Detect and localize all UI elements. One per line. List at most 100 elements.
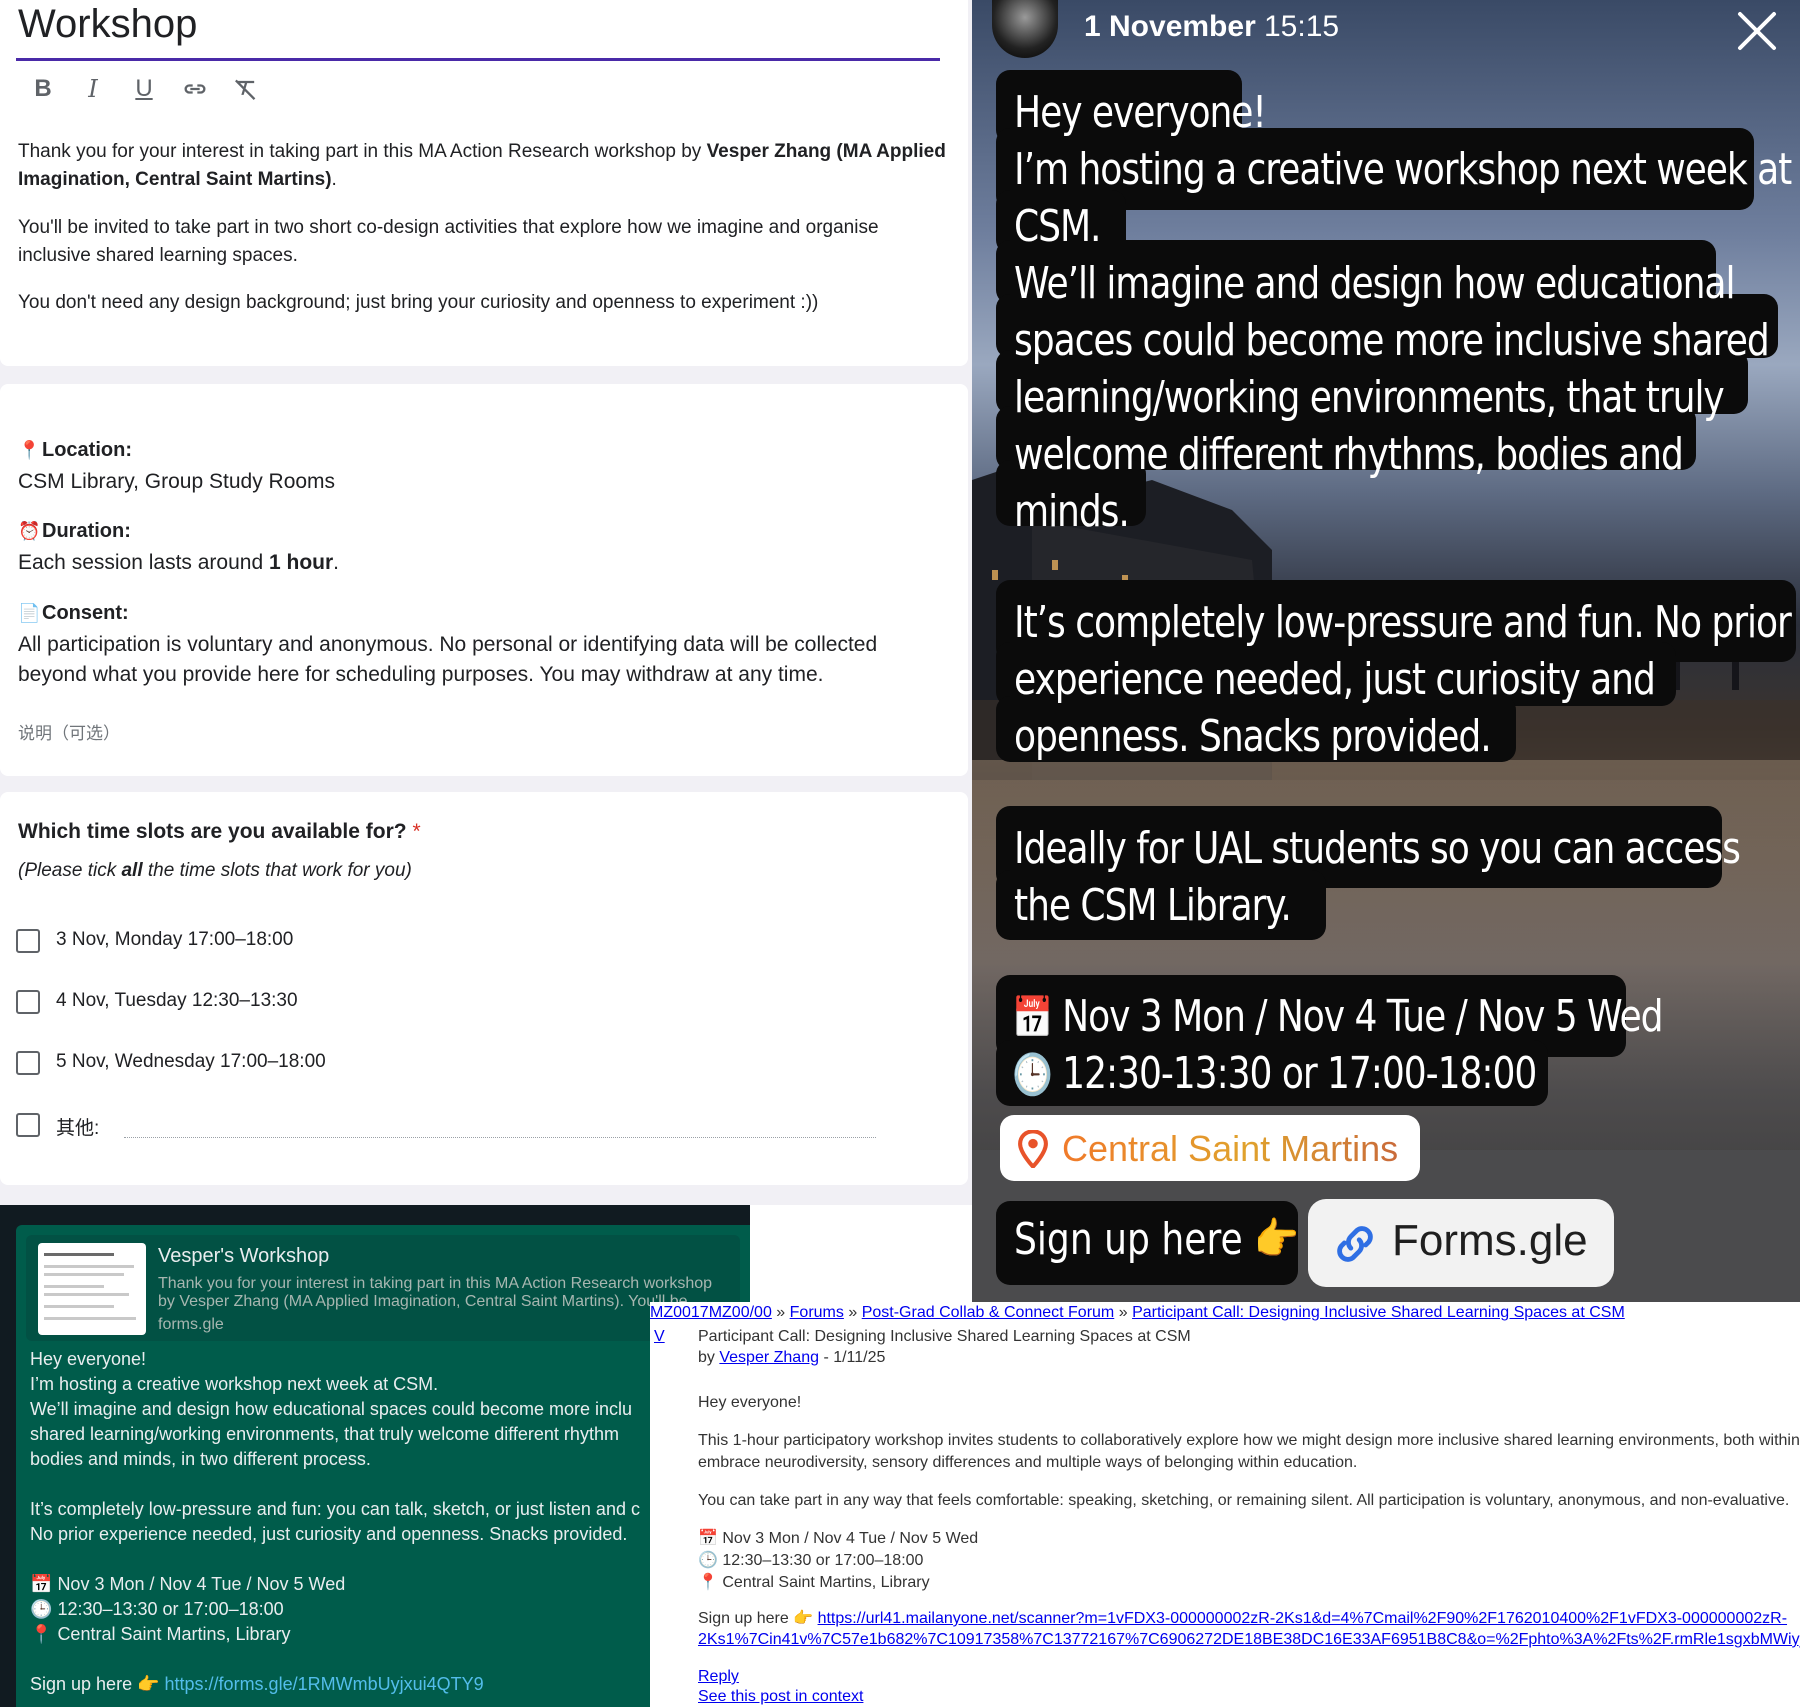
story-line: the CSM Library.	[1014, 880, 1292, 931]
message-line: bodies and minds, in two different proce…	[30, 1449, 371, 1469]
post-byline: by Vesper Zhang - 1/11/25	[698, 1347, 885, 1368]
underline-icon[interactable]: U	[129, 74, 159, 104]
link-icon[interactable]	[180, 74, 210, 104]
duration-value: Each session lasts around 1 hour.	[18, 549, 948, 577]
message-signup-line: Sign up here 👉 https://forms.gle/1RMWmbU…	[30, 1672, 484, 1697]
signup-text: Sign up here 👉	[1014, 1213, 1299, 1265]
author-avatar-link[interactable]: V	[654, 1326, 665, 1347]
whatsapp-chat-panel: Vesper's Workshop Thank you for your int…	[0, 1205, 750, 1707]
story-line: minds.	[1014, 486, 1130, 537]
post-date: - 1/11/25	[823, 1349, 886, 1366]
signup-line: Sign up here 👉 https://url41.mailanyone.…	[698, 1608, 1787, 1629]
close-icon[interactable]	[1732, 6, 1782, 56]
instagram-story: 1 November 15:15 Hey everyone! I’m hosti…	[972, 0, 1800, 1302]
activities-line-1: You'll be invited to take part in two sh…	[18, 217, 879, 238]
signup-label: Sign up here	[698, 1610, 789, 1627]
description-optional-field[interactable]: 说明（可选）	[18, 720, 948, 748]
link-sticker[interactable]: Forms.gle	[1308, 1199, 1614, 1287]
dates-text: Nov 3 Mon / Nov 4 Tue / Nov 5 Wed	[722, 1530, 979, 1547]
background-paragraph: You don't need any design background; ju…	[18, 292, 819, 313]
consent-heading: 📄Consent:	[18, 599, 948, 627]
duration-text: Each session lasts around	[18, 551, 269, 574]
clear-format-icon[interactable]	[231, 74, 261, 104]
question-card	[0, 792, 968, 1185]
required-asterisk: *	[412, 820, 421, 843]
signup-link[interactable]: https://forms.gle/1RMWmbUyjxui4QTY9	[165, 1674, 484, 1694]
story-times-text: 12:30-13:30 or 17:00-18:00	[1062, 1048, 1537, 1099]
intro-bold-text-2: Imagination, Central Saint Martins)	[18, 169, 332, 190]
pin-icon: 📍	[698, 1574, 718, 1591]
thumb-line	[44, 1265, 134, 1268]
checkbox[interactable]	[16, 929, 40, 953]
dates-line: 📅 Nov 3 Mon / Nov 4 Tue / Nov 5 Wed	[698, 1528, 978, 1549]
link-icon	[1337, 1226, 1373, 1262]
form-header-card: Workshop B I U Thank you for your intere…	[0, 0, 968, 366]
form-details-card: 📍Location: CSM Library, Group Study Room…	[0, 384, 968, 776]
location-heading: 📍Location:	[18, 436, 948, 464]
thumb-line	[44, 1273, 124, 1276]
pin-icon: 📍	[18, 440, 41, 460]
location-sticker[interactable]: Central Saint Martins	[1000, 1115, 1420, 1181]
reply-link[interactable]: Reply	[698, 1666, 739, 1687]
signup-text-box: Sign up here 👉	[996, 1201, 1299, 1285]
checkbox[interactable]	[16, 990, 40, 1014]
author-link[interactable]: Vesper Zhang	[719, 1349, 819, 1366]
signup-url-link-continued[interactable]: 2Ks1%7Cin41v%7C57e1b682%7C10917358%7C137…	[698, 1629, 1800, 1650]
clock-icon: 🕒	[1012, 1052, 1053, 1098]
italic-icon[interactable]: I	[78, 74, 108, 104]
link-preview-card[interactable]: Vesper's Workshop Thank you for your int…	[26, 1235, 740, 1341]
message-dates-line: 📅 Nov 3 Mon / Nov 4 Tue / Nov 5 Wed	[30, 1572, 345, 1597]
option-label: 5 Nov, Wednesday 17:00–18:00	[56, 1051, 326, 1072]
thumb-line	[44, 1317, 136, 1320]
intro-text: Thank you for your interest in taking pa…	[18, 141, 707, 162]
duration-heading: ⏰Duration:	[18, 517, 948, 545]
link-preview-domain: forms.gle	[158, 1316, 224, 1333]
story-line: CSM.	[1014, 201, 1102, 252]
checkbox[interactable]	[16, 1113, 40, 1137]
breadcrumb-forum-link[interactable]: Post-Grad Collab & Connect Forum	[862, 1304, 1115, 1321]
other-text-input[interactable]	[124, 1137, 876, 1138]
option-label: 4 Nov, Tuesday 12:30–13:30	[56, 990, 298, 1011]
see-in-context-link[interactable]: See this post in context	[698, 1686, 863, 1707]
document-icon: 📄	[18, 603, 41, 623]
breadcrumb-course-link[interactable]: MZ0017MZ00/00	[650, 1304, 772, 1321]
story-dates-text: Nov 3 Mon / Nov 4 Tue / Nov 5 Wed	[1062, 991, 1663, 1042]
breadcrumb-separator: »	[1118, 1304, 1128, 1321]
clock-icon: 🕒	[698, 1552, 718, 1569]
duration-end: .	[333, 551, 339, 574]
message-times: 12:30–13:30 or 17:00–18:00	[57, 1599, 284, 1619]
profile-avatar[interactable]	[992, 0, 1058, 58]
location-sticker-text: Central Saint Martins	[1062, 1128, 1399, 1169]
times-line: 🕒 12:30–13:30 or 17:00–18:00	[698, 1550, 923, 1571]
consent-text: All participation is voluntary and anony…	[18, 630, 948, 690]
calendar-icon: 📅	[698, 1530, 718, 1547]
message-place: Central Saint Martins, Library	[57, 1624, 291, 1644]
thumb-line	[44, 1253, 114, 1256]
checkbox[interactable]	[16, 1051, 40, 1075]
duration-label: Duration:	[42, 520, 131, 542]
breadcrumb-forums-link[interactable]: Forums	[790, 1304, 844, 1321]
story-line: openness. Snacks provided.	[1014, 711, 1492, 762]
bold-icon[interactable]: B	[28, 74, 58, 104]
message-line: I’m hosting a creative workshop next wee…	[30, 1374, 439, 1394]
form-title-input[interactable]: Workshop	[18, 2, 197, 47]
greeting: Hey everyone!	[698, 1394, 802, 1411]
intro-bold-text: Vesper Zhang (MA Applied	[706, 141, 946, 162]
signup-url-link[interactable]: https://url41.mailanyone.net/scanner?m=1…	[818, 1610, 1787, 1627]
paragraph-1-line-2: embrace neurodiversity, sensory differen…	[698, 1454, 1358, 1471]
help-pre: (Please tick	[18, 860, 122, 881]
activities-line-2: inclusive shared learning spaces.	[18, 245, 298, 266]
location-value: CSM Library, Group Study Rooms	[18, 470, 336, 493]
story-line: learning/working environments, that trul…	[1014, 372, 1725, 423]
thumb-line	[44, 1305, 114, 1308]
story-time: 15:15	[1264, 10, 1340, 43]
question-title: Which time slots are you available for? …	[18, 820, 421, 844]
story-times-line: 🕒 12:30-13:30 or 17:00-18:00	[1012, 1045, 1537, 1104]
consent-line-2: beyond what you provide here for schedul…	[18, 663, 824, 686]
pin-icon: 📍	[30, 1624, 53, 1644]
intro-end: .	[331, 169, 337, 190]
place-text: Central Saint Martins, Library	[722, 1574, 930, 1591]
option-label: 3 Nov, Monday 17:00–18:00	[56, 929, 294, 950]
story-line: I’m hosting a creative workshop next wee…	[1014, 144, 1792, 195]
breadcrumb-post-link[interactable]: Participant Call: Designing Inclusive Sh…	[1132, 1304, 1625, 1321]
